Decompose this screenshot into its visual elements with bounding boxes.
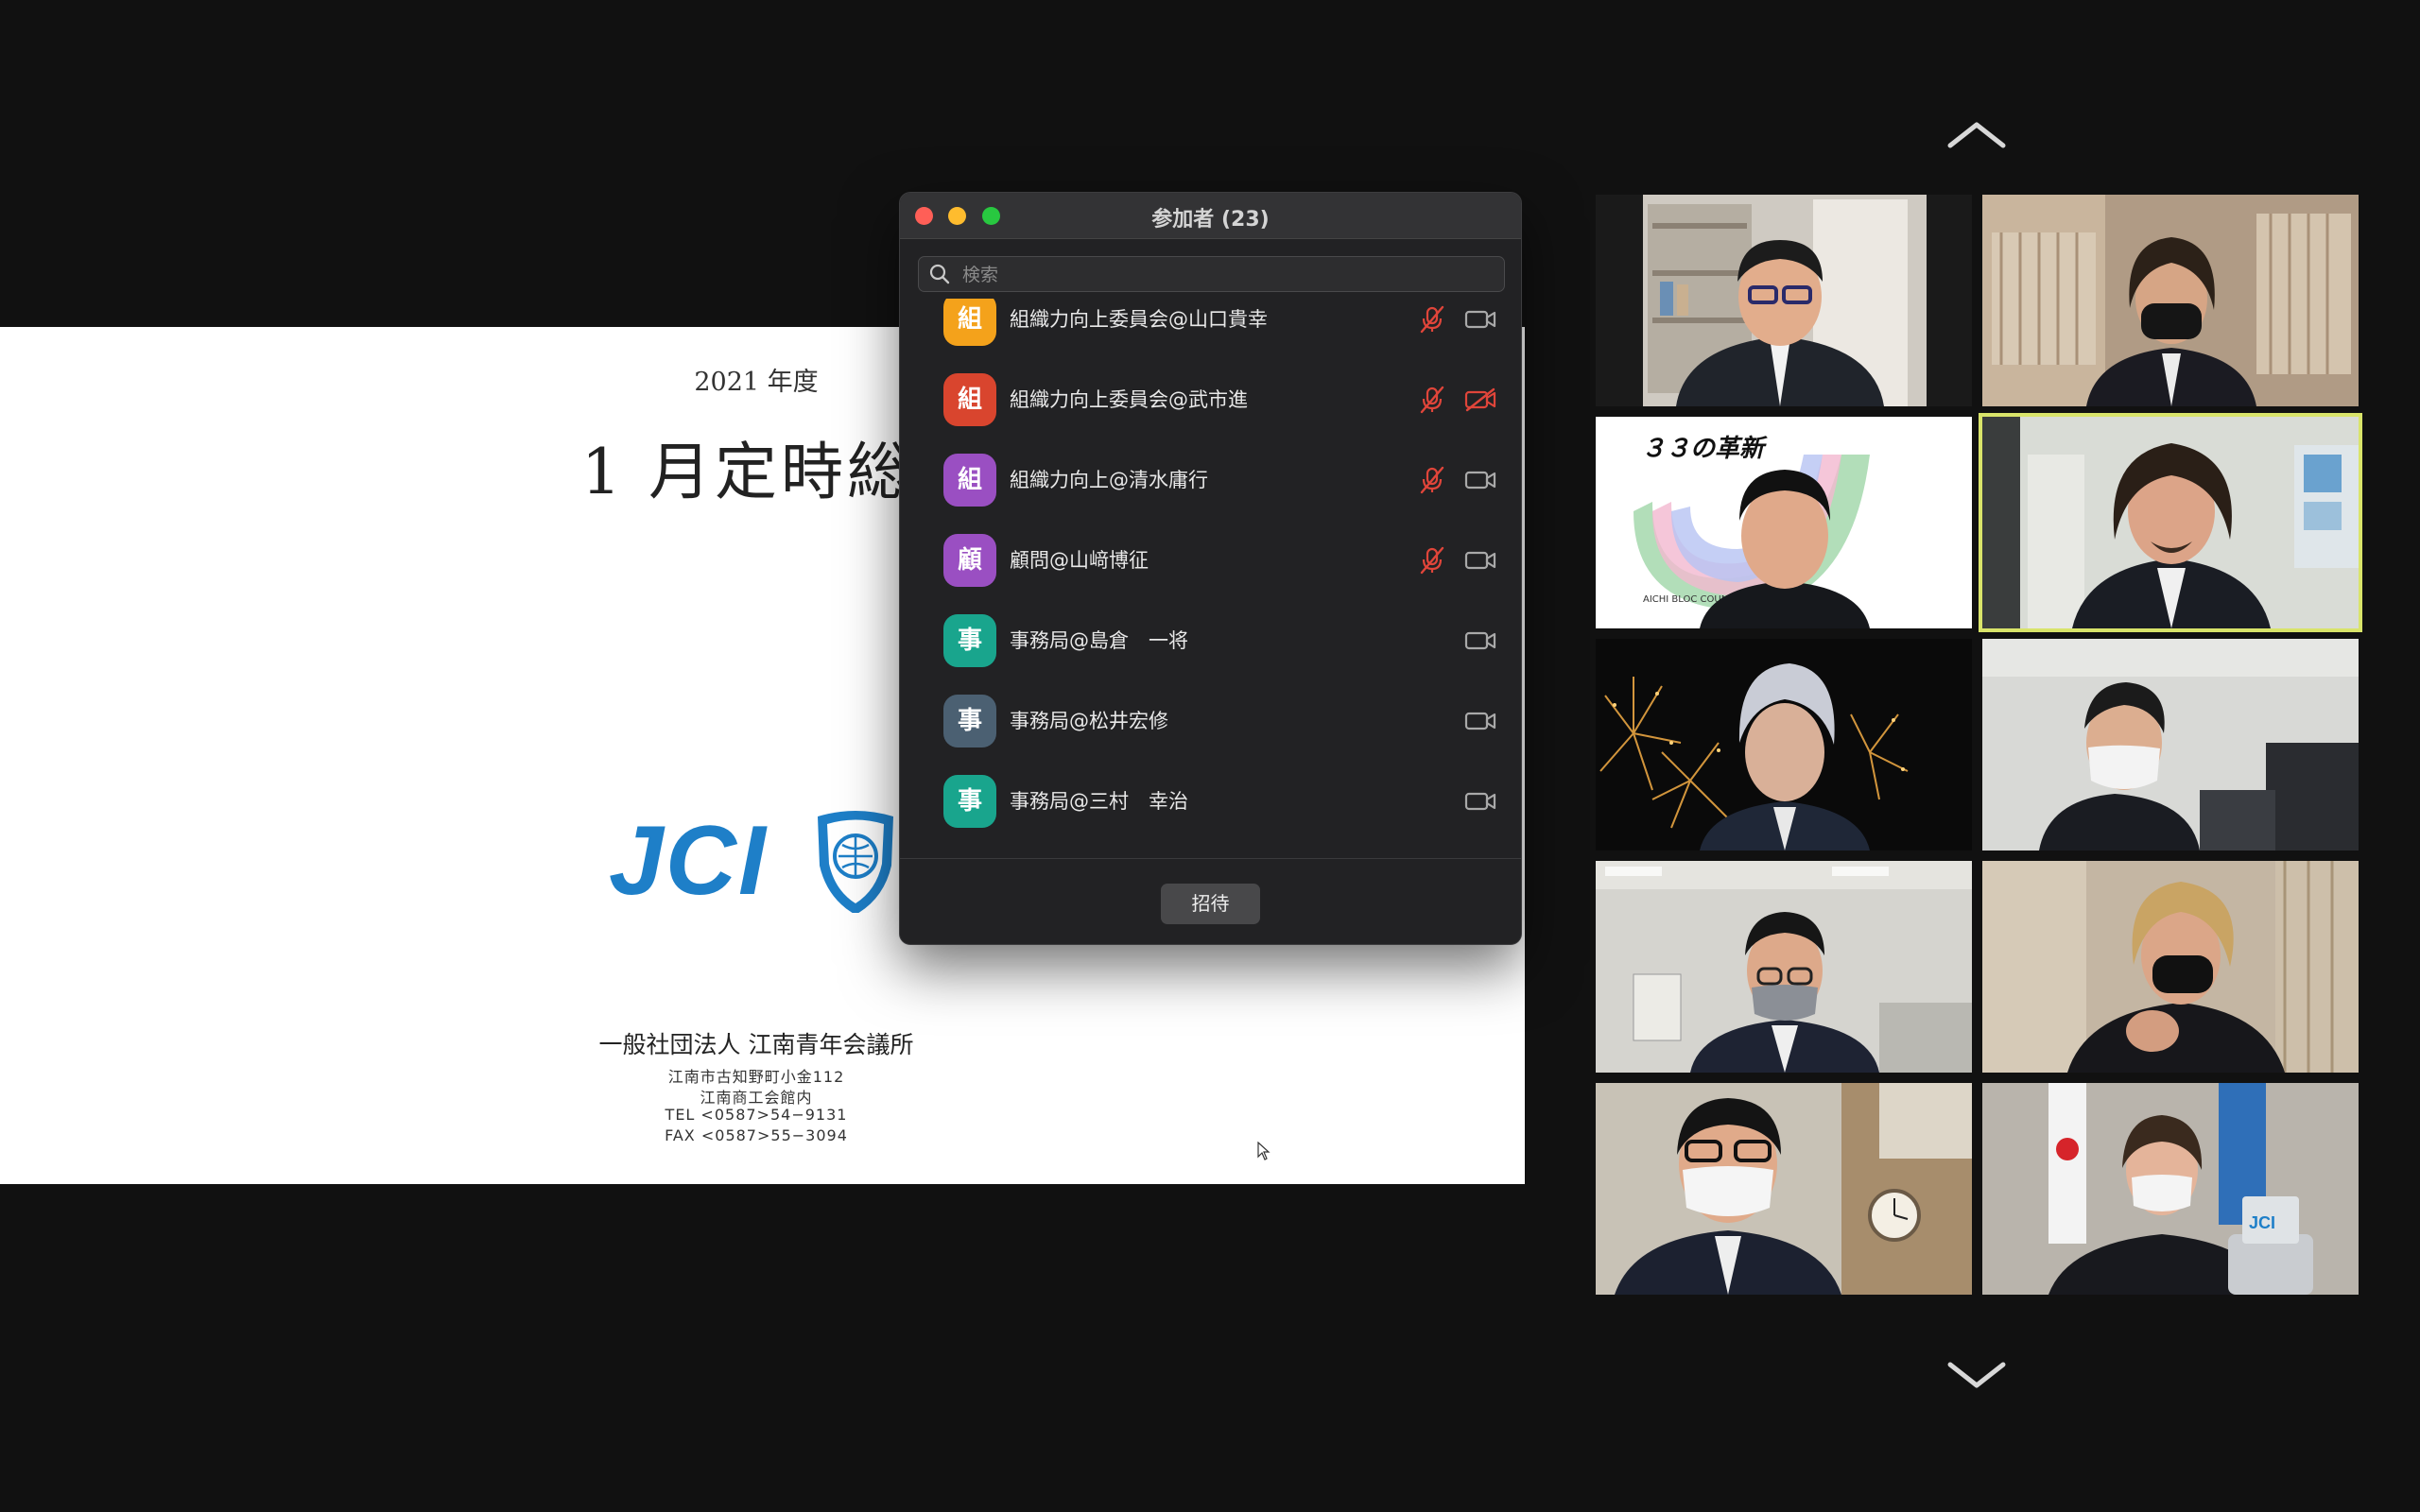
video-tile-8[interactable] — [1982, 861, 2359, 1073]
participant-name: 組織力向上委員会@武市進 — [1010, 388, 1248, 411]
zoom-meeting-screen: 2021 年度 1 月定時総 JCI 一般社団法人 江南青年会議所 江南市古知野… — [0, 0, 2420, 1512]
video-tile-4-active-speaker[interactable] — [1979, 413, 2362, 632]
participant-name: 顧問@山﨑博征 — [1010, 549, 1149, 572]
participant-name: 事務局@三村 幸治 — [1010, 790, 1188, 813]
org-tel: TEL <0587>54−9131 — [665, 1106, 848, 1124]
camera-icon[interactable] — [1464, 709, 1496, 733]
mic-muted-icon[interactable] — [1418, 466, 1446, 494]
participant-row[interactable]: 組組織力向上委員会@武市進 — [900, 359, 1521, 439]
video-tile-3[interactable]: ３３の革新 AICHI BLOC COUNCIL 202 — [1596, 417, 1972, 628]
participants-search-box[interactable] — [918, 256, 1505, 293]
org-address-1: 江南市古知野町小金112 — [667, 1068, 845, 1086]
chevron-up-icon[interactable] — [1946, 119, 2007, 151]
participant-row[interactable]: 組組織力向上委員会@山口貴幸 — [900, 299, 1521, 359]
participants-footer: 招待 — [900, 858, 1521, 944]
participants-title: 参加者 (23) — [1151, 208, 1270, 232]
chevron-down-icon[interactable] — [1946, 1359, 2007, 1391]
camera-icon[interactable] — [1464, 468, 1496, 492]
mic-muted-icon[interactable] — [1418, 546, 1446, 575]
participant-avatar: 事 — [943, 695, 996, 747]
org-address-2: 江南商工会館内 — [700, 1089, 813, 1107]
video-tile-2[interactable] — [1982, 195, 2359, 406]
video-tile-6[interactable] — [1982, 639, 2359, 850]
cursor-icon — [1257, 1142, 1270, 1160]
participant-avatar: 事 — [943, 775, 996, 828]
participant-avatar: 組 — [943, 299, 996, 346]
participant-avatar: 組 — [943, 454, 996, 507]
video-tile-1[interactable] — [1596, 195, 1972, 406]
video-tile-10-jci-text: JCI — [2249, 1213, 2275, 1232]
participant-row[interactable]: 組組織力向上@清水庸行 — [900, 439, 1521, 520]
participant-name: 組織力向上@清水庸行 — [1010, 469, 1208, 491]
slide-title: 1 月定時総 — [581, 436, 913, 508]
camera-icon[interactable] — [1464, 307, 1496, 332]
jci-logo: JCI — [609, 806, 893, 913]
video-tile-5[interactable] — [1596, 639, 1972, 850]
participant-avatar: 組 — [943, 373, 996, 426]
video-tile-10[interactable]: JCI — [1982, 1083, 2359, 1295]
org-name: 一般社団法人 江南青年会議所 — [598, 1031, 914, 1058]
camera-off-icon[interactable] — [1464, 387, 1496, 412]
video-tile-7[interactable] — [1596, 861, 1972, 1073]
participant-row[interactable]: 事事務局@松井宏修 — [900, 680, 1521, 761]
mic-muted-icon[interactable] — [1418, 386, 1446, 414]
participants-search-input[interactable] — [960, 257, 1494, 293]
participants-titlebar[interactable]: 参加者 (23) — [900, 193, 1521, 239]
search-icon — [929, 264, 950, 284]
participant-avatar: 事 — [943, 614, 996, 667]
video-tile-3-bg-text: ３３の革新 — [1641, 435, 1768, 463]
participant-row[interactable]: 顧顧問@山﨑博征 — [900, 520, 1521, 600]
participant-name: 組織力向上委員会@山口貴幸 — [1010, 308, 1268, 331]
participant-name: 事務局@島倉 一将 — [1010, 629, 1188, 652]
video-tile-9[interactable] — [1596, 1083, 1972, 1295]
camera-icon[interactable] — [1464, 548, 1496, 573]
participants-window[interactable]: 参加者 (23) 組組織力向上委員会@山口貴幸組組織力向上委員会@武市進組組織力… — [899, 192, 1522, 945]
org-fax: FAX <0587>55−3094 — [665, 1126, 848, 1144]
invite-button[interactable]: 招待 — [1161, 884, 1260, 924]
jci-logo-text: JCI — [609, 806, 768, 913]
camera-icon[interactable] — [1464, 789, 1496, 814]
participant-avatar: 顧 — [943, 534, 996, 587]
mic-muted-icon[interactable] — [1418, 305, 1446, 334]
camera-icon[interactable] — [1464, 628, 1496, 653]
participant-row[interactable]: 事事務局@島倉 一将 — [900, 600, 1521, 680]
participant-name: 事務局@松井宏修 — [1010, 710, 1168, 732]
participant-row[interactable]: 事事務局@三村 幸治 — [900, 761, 1521, 841]
participants-list[interactable]: 組組織力向上委員会@山口貴幸組組織力向上委員会@武市進組組織力向上@清水庸行顧顧… — [900, 299, 1521, 858]
